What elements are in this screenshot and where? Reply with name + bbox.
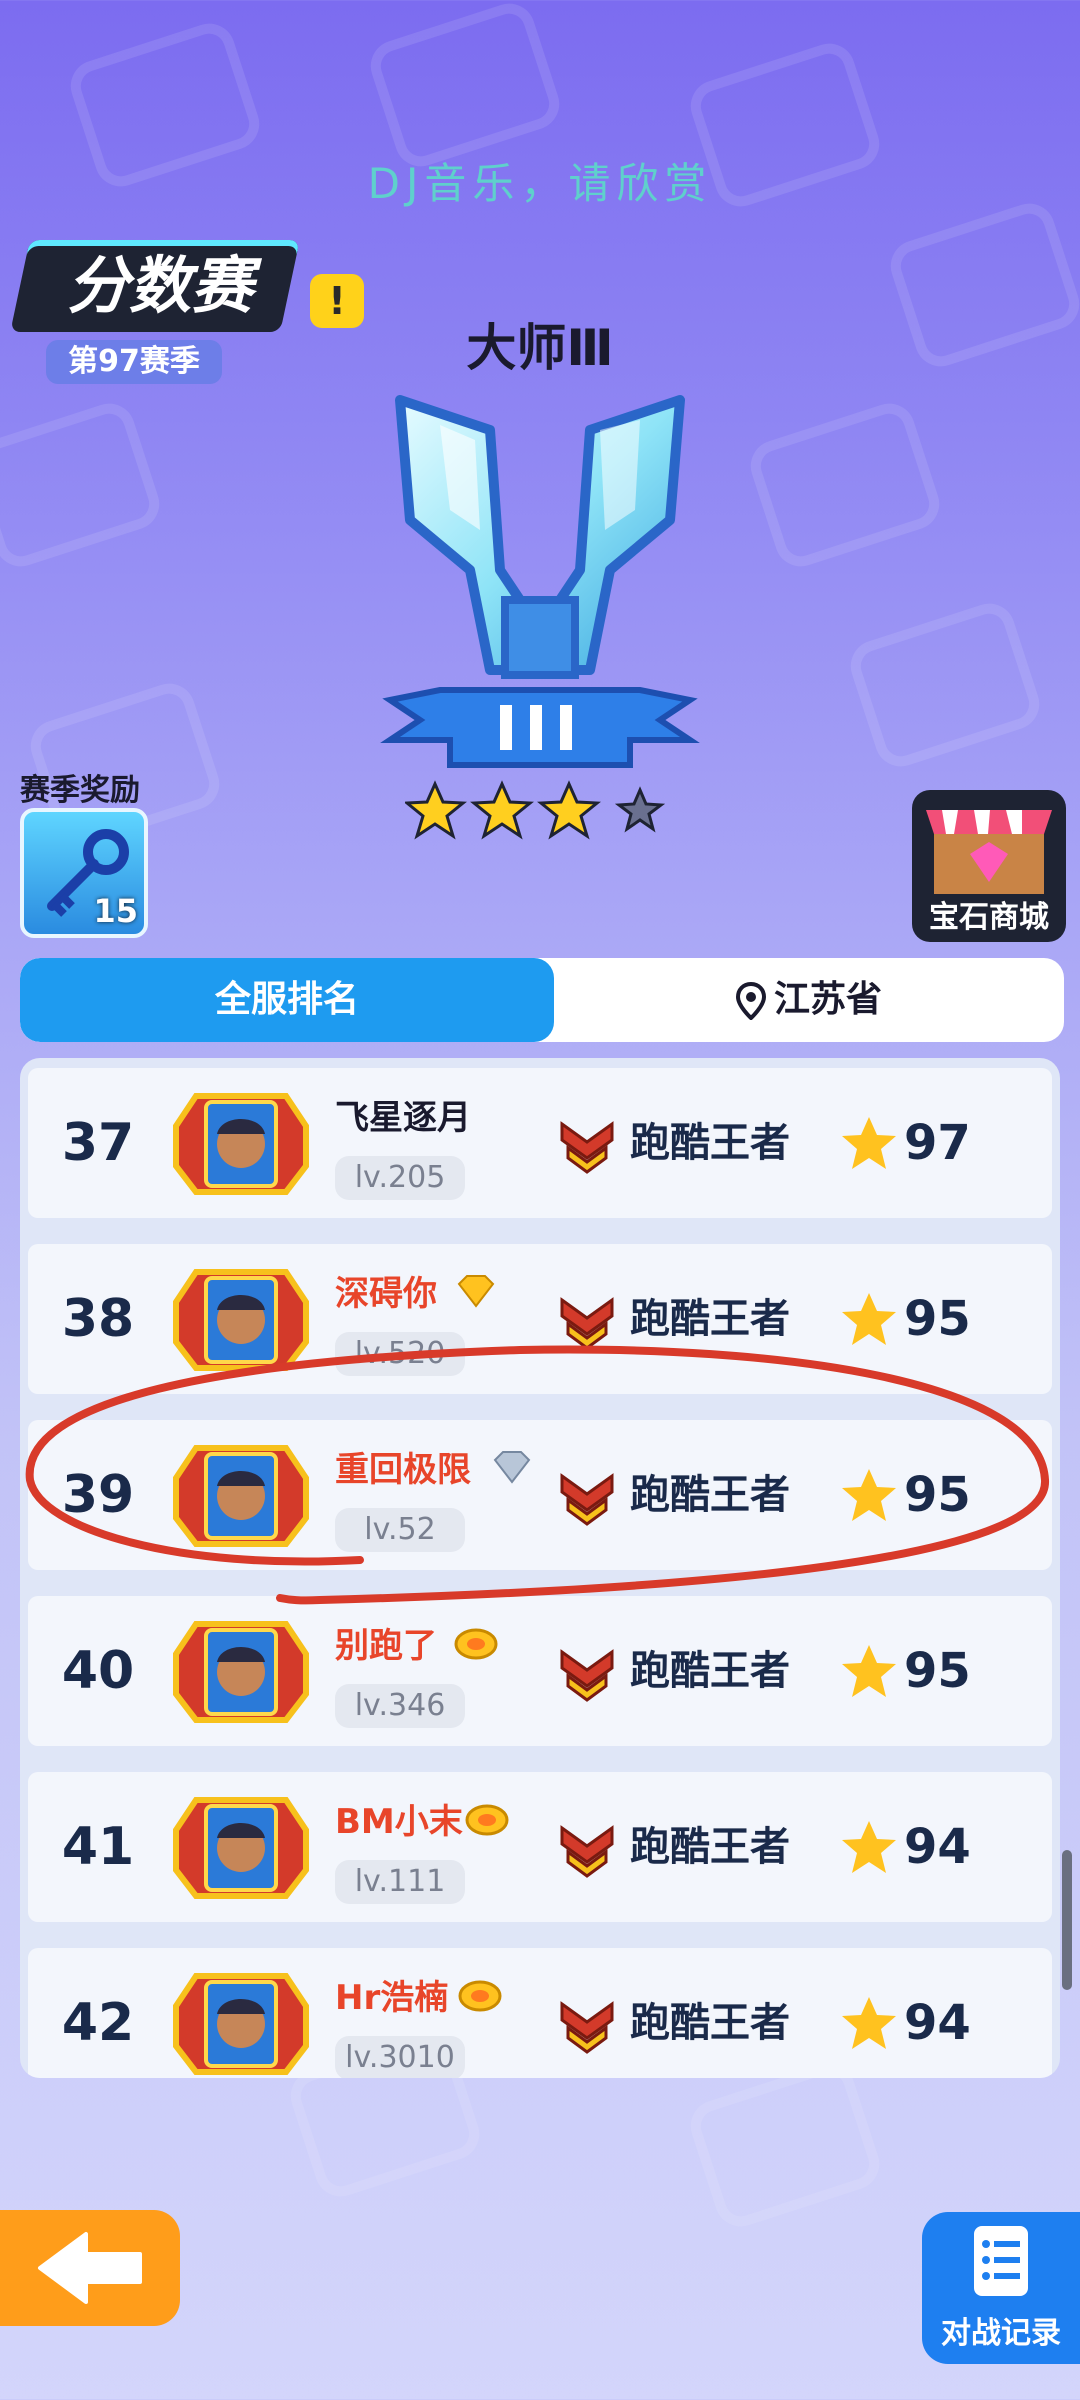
tier-label: 跑酷王者 [630,1648,790,1694]
avatar [173,1973,309,2075]
tier-chevron-icon [560,1473,614,1526]
player-name: 深碍你 [335,1274,437,1314]
tier-chevron-icon [560,2001,614,2054]
row-rank: 40 [61,1641,135,1701]
tier-chevron-icon [560,1121,614,1174]
tier-chevron-icon [560,1297,614,1350]
avatar [173,1269,309,1371]
table-row[interactable]: 37 飞星逐月 lv.205 跑酷王者 97 [28,1068,1052,1218]
gold-wreath-icon [465,1804,509,1836]
avatar [173,1797,309,1899]
row-rank: 42 [61,1993,135,2053]
gold-diamond-icon [457,1275,495,1308]
star-icon [842,1997,896,2049]
tier-chevron-icon [560,1649,614,1702]
avatar [173,1621,309,1723]
score-value: 95 [904,1643,971,1699]
player-level: lv.346 [335,1684,465,1728]
list-scrollbar[interactable] [1062,1850,1072,1990]
score-value: 94 [904,1819,971,1875]
gem-shop-label: 宝石商城 [929,900,1049,935]
avatar [173,1445,309,1547]
row-rank: 39 [61,1465,135,1525]
table-row[interactable]: 41 BM小末 lv.111 跑酷王者 94 [28,1772,1052,1922]
player-level: lv.520 [335,1332,465,1376]
player-name: 别跑了 [335,1626,437,1666]
table-row[interactable]: 38 深碍你 lv.520 跑酷王者 95 [28,1244,1052,1394]
score-value: 97 [904,1115,971,1171]
star-filled-icon [537,780,601,840]
star-filled-icon [405,780,467,840]
tier-label: 跑酷王者 [630,1824,790,1870]
rank-stars [405,780,666,840]
reward-count: 15 [93,892,138,930]
star-filled-icon [470,780,534,840]
season-reward-label: 赛季奖励 [20,773,140,808]
location-pin-icon [735,981,766,1021]
tier-label: 跑酷王者 [630,1120,790,1166]
table-row[interactable]: 42 Hr浩楠 lv.3010 跑酷王者 94 [28,1948,1052,2078]
row-rank: 41 [61,1817,135,1877]
battle-record-label: 对战记录 [941,2316,1061,2351]
dj-banner-text: DJ音乐，请欣赏 [367,159,713,208]
province-label: 江苏省 [773,979,882,1020]
back-arrow-icon [38,2232,142,2304]
tier-chevron-icon [560,1825,614,1878]
star-icon [842,1821,896,1873]
tab-province-ranking[interactable]: 江苏省 [554,958,1064,1042]
ranking-tabs: 全服排名 江苏省 [20,958,1064,1042]
tier-label: 跑酷王者 [630,2000,790,2046]
tier-label: 跑酷王者 [630,1296,790,1342]
player-name: Hr浩楠 [335,1978,449,2018]
gold-wreath-icon [458,1980,502,2012]
player-level: lv.52 [335,1508,465,1552]
silver-diamond-icon [493,1451,531,1484]
battle-record-button[interactable]: 对战记录 [922,2212,1080,2364]
player-name: 重回极限 [335,1450,471,1490]
master-rank-trophy-icon [380,395,700,768]
back-button[interactable] [0,2210,180,2326]
player-name: 飞星逐月 [335,1098,471,1138]
table-row[interactable]: 39 重回极限 lv.52 跑酷王者 95 [28,1420,1052,1570]
gem-shop-button[interactable]: 宝石商城 [912,790,1066,942]
tier-label: 跑酷王者 [630,1472,790,1518]
row-rank: 38 [61,1289,135,1349]
row-rank: 37 [61,1113,135,1173]
star-icon [842,1293,896,1345]
player-level: lv.3010 [335,2036,465,2078]
tab-national-ranking[interactable]: 全服排名 [20,958,554,1042]
score-value: 95 [904,1291,971,1347]
table-row[interactable]: 40 别跑了 lv.346 跑酷王者 95 [28,1596,1052,1746]
player-name: BM小末 [335,1802,463,1842]
player-level: lv.205 [335,1156,465,1200]
gold-wreath-icon [454,1628,498,1660]
star-icon [842,1645,896,1697]
star-icon [842,1469,896,1521]
star-empty-icon [614,786,666,833]
score-value: 95 [904,1467,971,1523]
score-value: 94 [904,1995,971,2051]
ranking-list[interactable]: 37 飞星逐月 lv.205 跑酷王者 97 38 深碍你 lv.520 跑酷王者 95 39 重回极… [20,1058,1060,2078]
record-list-icon [974,2226,1028,2296]
season-reward-card[interactable]: 15 [20,808,148,938]
player-level: lv.111 [335,1860,465,1904]
gem-shop-icon [926,810,1052,894]
avatar [173,1093,309,1195]
star-icon [842,1117,896,1169]
